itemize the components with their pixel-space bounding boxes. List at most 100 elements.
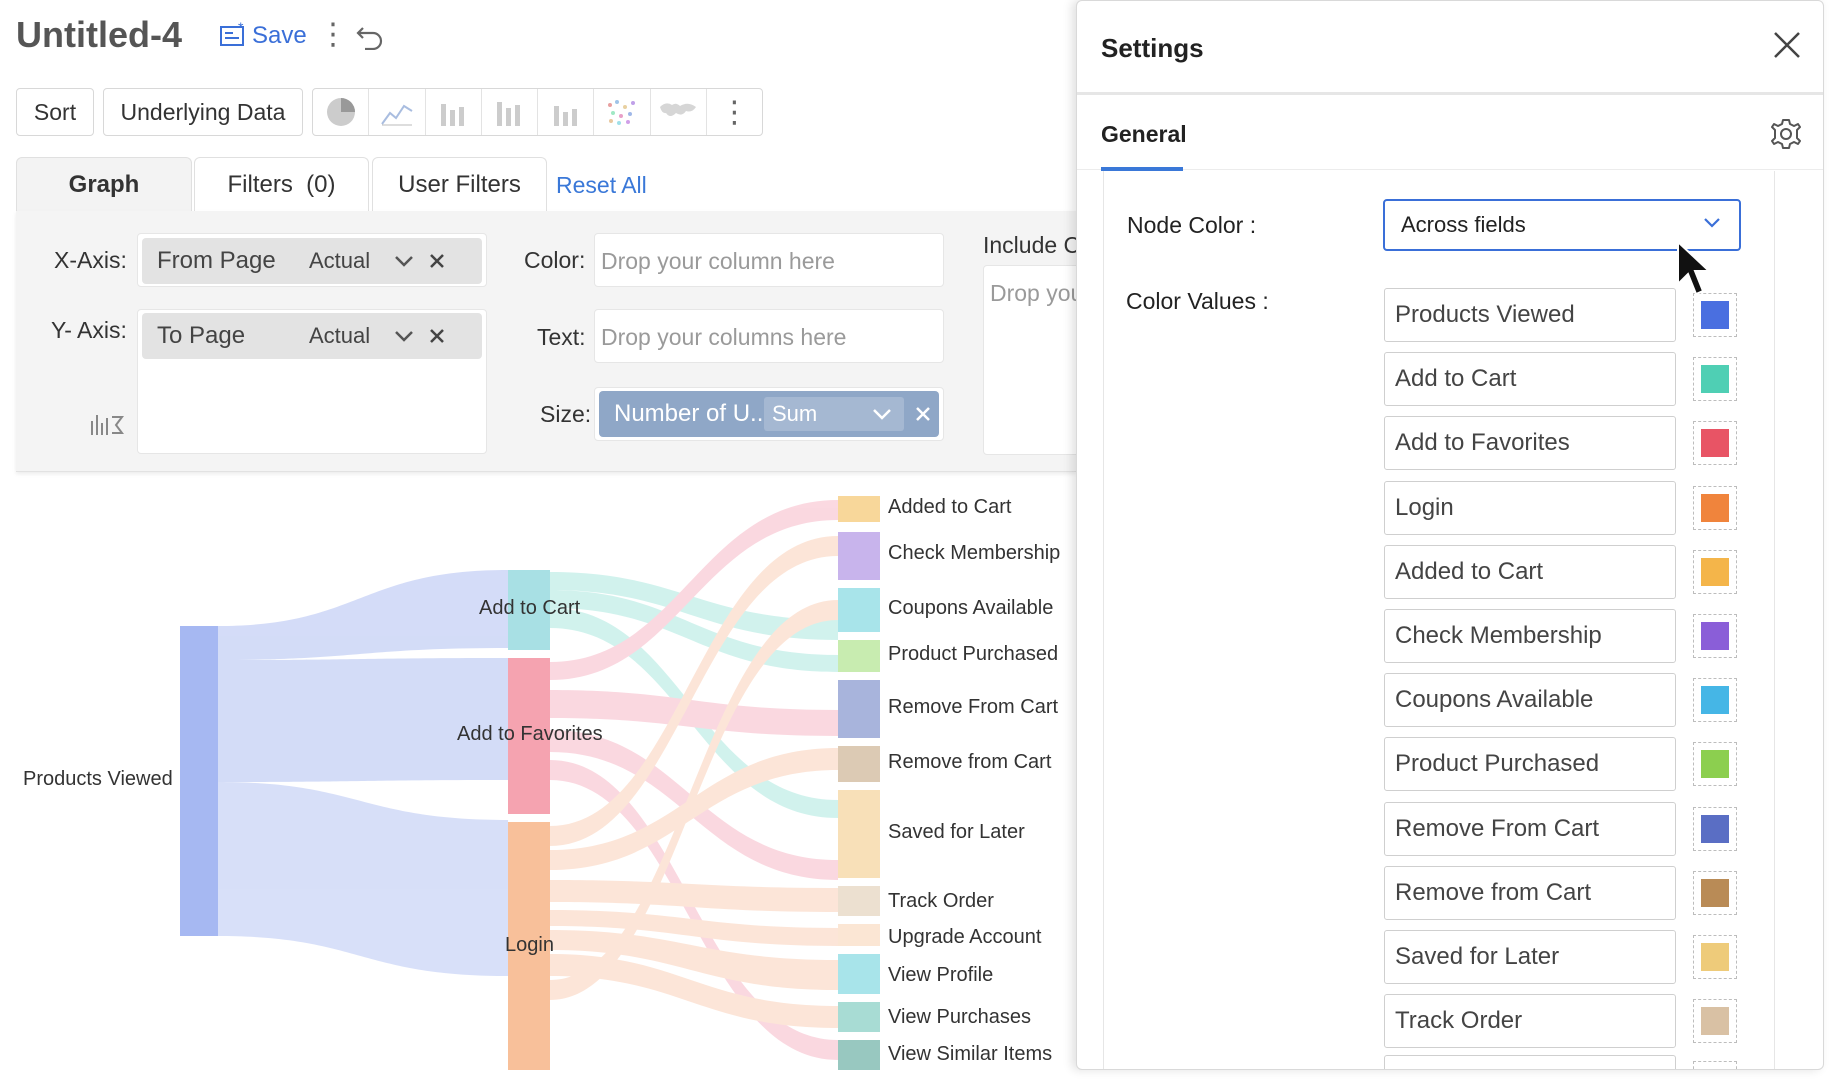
sort-button[interactable]: Sort [16,88,94,136]
node-check-membership [838,532,880,580]
label-remove-from-cart-lower: Remove from Cart [888,751,1052,773]
link-products-viewed-add-to-favorites [218,658,508,782]
x-axis-field-pill[interactable]: From Page Actual [142,238,482,284]
y-axis-label: Y- Axis: [51,317,127,343]
color-value-field[interactable]: Coupons Available [1384,673,1676,727]
gear-icon[interactable] [1769,117,1803,156]
remove-icon[interactable] [914,405,932,423]
stacked-bar-icon[interactable] [482,89,538,135]
node-color-value: Across fields [1401,212,1526,237]
node-remove-from-cart-upper [838,680,880,738]
color-placeholder: Drop your column here [601,248,835,274]
color-value-field[interactable]: Check Membership [1384,609,1676,663]
reset-all-link[interactable]: Reset All [556,172,647,199]
chevron-down-icon[interactable] [872,407,892,421]
include-label: Include C [983,232,1081,258]
underlying-data-button[interactable]: Underlying Data [103,88,303,136]
size-field-name: Number of U... [614,400,764,427]
line-chart-icon[interactable] [369,89,426,135]
color-value-field[interactable]: Remove from Cart [1384,866,1676,920]
node-added-to-cart [838,496,880,522]
color-value-field[interactable]: Products Viewed [1384,288,1676,342]
y-axis-field-pill[interactable]: To Page Actual [142,313,482,359]
svg-text:*: * [238,20,244,35]
color-swatch[interactable] [1693,550,1737,594]
more-icon[interactable]: ⋮ [707,89,762,135]
color-swatch[interactable] [1693,999,1737,1043]
tab-user-filters[interactable]: User Filters [372,157,547,211]
x-axis-aggregation[interactable]: Actual [309,248,394,274]
aggregate-sum-icon[interactable] [89,409,125,442]
color-swatch-fill [1701,558,1729,586]
label-view-similar-items: View Similar Items [888,1043,1053,1065]
y-axis-aggregation[interactable]: Actual [309,323,394,349]
save-icon: * [220,20,244,46]
color-swatch-fill [1701,879,1729,907]
include-placeholder: Drop you [990,280,1084,306]
text-label: Text: [537,324,586,350]
color-swatch-fill [1701,494,1729,522]
color-value-field[interactable]: Product Purchased [1384,737,1676,791]
tab-graph[interactable]: Graph [16,157,192,211]
general-tab-divider [1077,169,1823,170]
color-value-field[interactable]: Added to Cart [1384,545,1676,599]
color-value-field[interactable]: Add to Favorites [1384,416,1676,470]
color-value-field[interactable]: Track Order [1384,994,1676,1048]
size-field-pill[interactable]: Number of U... Sum [599,391,939,437]
label-view-profile: View Profile [888,964,994,986]
color-swatch-fill [1701,1007,1729,1035]
color-swatch[interactable] [1693,807,1737,851]
color-swatch[interactable] [1693,935,1737,979]
color-swatch-partial[interactable] [1693,1061,1737,1069]
label-added-to-cart: Added to Cart [888,496,1012,518]
color-swatch[interactable] [1693,357,1737,401]
pie-chart-icon[interactable] [313,89,370,135]
undo-icon[interactable] [355,22,385,55]
color-value-field[interactable]: Saved for Later [1384,930,1676,984]
link-products-viewed-add-to-cart [218,570,508,660]
label-saved-for-later: Saved for Later [888,821,1025,843]
column-chart-icon[interactable] [538,89,595,135]
label-view-purchases: View Purchases [888,1006,1032,1028]
scatter-chart-icon[interactable] [594,89,651,135]
report-title[interactable]: Untitled-4 [16,14,182,56]
remove-icon[interactable] [428,252,446,270]
color-swatch[interactable] [1693,678,1737,722]
chevron-down-icon [1704,218,1720,228]
color-swatch[interactable] [1693,421,1737,465]
label-track-order: Track Order [888,890,994,912]
label-coupons-available: Coupons Available [888,597,1054,619]
node-remove-from-cart-lower [838,746,880,782]
save-button[interactable]: * Save [218,20,307,50]
color-swatch[interactable] [1693,742,1737,786]
more-options-icon[interactable]: ⋮ [318,20,348,50]
color-swatch-fill [1701,815,1729,843]
bar-chart-icon[interactable] [426,89,482,135]
color-value-field[interactable]: Add to Cart [1384,352,1676,406]
chevron-down-icon[interactable] [394,329,414,343]
remove-icon[interactable] [428,327,446,345]
chevron-down-icon[interactable] [394,254,414,268]
color-swatch[interactable] [1693,486,1737,530]
color-value-field[interactable]: Login [1384,481,1676,535]
color-value-field-partial[interactable] [1384,1055,1676,1069]
size-aggregation[interactable]: Sum [772,401,872,427]
color-swatch[interactable] [1693,871,1737,915]
node-view-profile [838,954,880,994]
color-swatch-fill [1701,686,1729,714]
color-swatch-fill [1701,365,1729,393]
settings-panel: Settings General Node Color : Across fie… [1076,0,1824,1070]
color-values-label: Color Values : [1126,288,1269,314]
chart-type-toolbar: ⋮ [312,88,763,136]
tab-filters[interactable]: Filters (0) [194,157,369,211]
x-axis-label: X-Axis: [54,247,127,273]
text-drop-area[interactable]: Drop your columns here [594,309,944,363]
save-label: Save [252,22,307,49]
color-drop-area[interactable]: Drop your column here [594,233,944,287]
map-chart-icon[interactable] [651,89,707,135]
close-icon[interactable] [1771,29,1803,66]
color-swatch[interactable] [1693,614,1737,658]
color-value-field[interactable]: Remove From Cart [1384,802,1676,856]
node-view-similar-items [838,1040,880,1070]
tab-general[interactable]: General [1101,121,1187,148]
